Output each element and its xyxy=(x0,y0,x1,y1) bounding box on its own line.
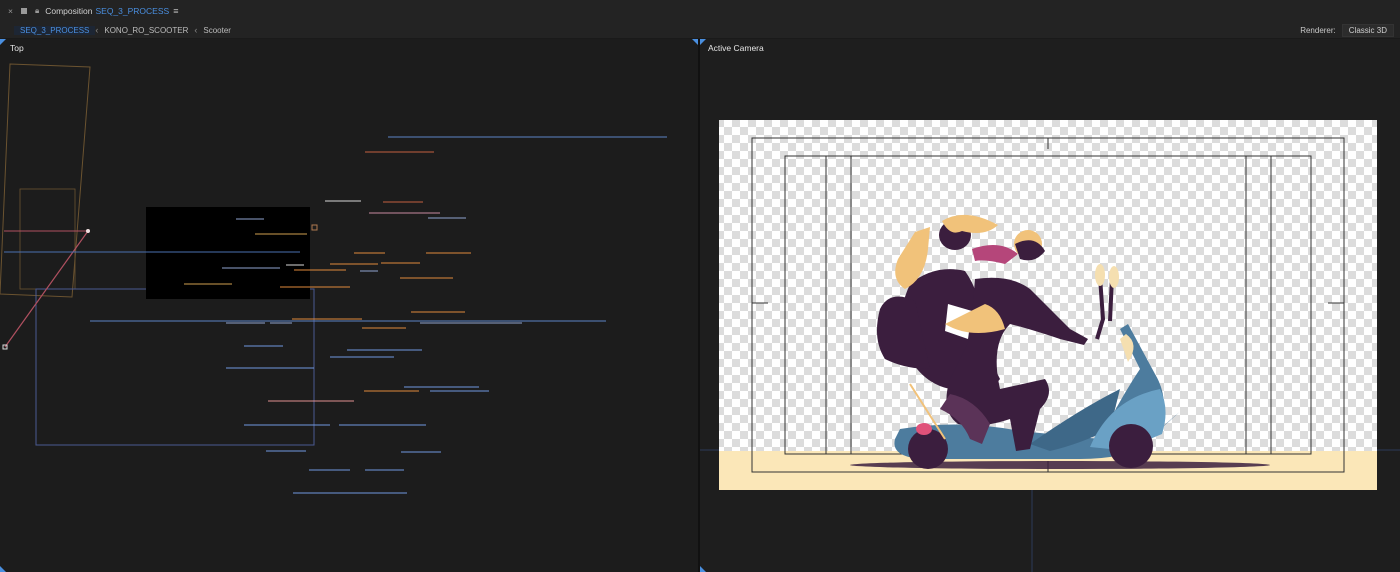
color-swatch-icon[interactable] xyxy=(20,8,27,14)
renderer-control: Renderer: Classic 3D xyxy=(1300,22,1394,38)
panel-title: Composition xyxy=(45,6,93,16)
lock-icon[interactable]: 🔒︎ xyxy=(35,6,39,16)
top-view-panel[interactable]: Top xyxy=(0,39,698,572)
active-camera-panel[interactable]: Active Camera xyxy=(700,39,1400,572)
renderer-dropdown[interactable]: Classic 3D xyxy=(1341,23,1394,37)
breadcrumb-kono-ro-scooter[interactable]: KONO_RO_SCOOTER xyxy=(98,26,194,35)
camera-frame-outline xyxy=(35,288,315,446)
breadcrumb-seq-3-process[interactable]: SEQ_3_PROCESS xyxy=(14,25,96,35)
panel-corner-marker xyxy=(700,39,706,45)
camera-point[interactable] xyxy=(86,229,90,233)
layer-bounds-outline xyxy=(19,188,76,290)
renderer-label: Renderer: xyxy=(1300,25,1336,35)
layer-bounds-outline xyxy=(0,63,91,298)
close-icon[interactable]: × xyxy=(8,6,13,16)
camera-viewport[interactable] xyxy=(700,39,1400,572)
composition-name[interactable]: SEQ_3_PROCESS xyxy=(95,6,169,16)
composition-panel-header: × 🔒︎ Composition SEQ_3_PROCESS ≡ xyxy=(0,0,1400,22)
solid-layer[interactable] xyxy=(146,207,310,299)
front-wheel xyxy=(1109,424,1153,468)
breadcrumb: SEQ_3_PROCESS ‹ KONO_RO_SCOOTER ‹ Scoote… xyxy=(0,22,1400,38)
panel-corner-marker xyxy=(0,566,6,572)
composition-canvas[interactable] xyxy=(719,120,1377,490)
layer-handle[interactable] xyxy=(311,224,318,231)
panel-corner-marker xyxy=(700,566,706,572)
panel-corner-marker xyxy=(0,39,6,45)
top-view-viewport[interactable] xyxy=(0,39,698,572)
breadcrumb-scooter[interactable]: Scooter xyxy=(197,26,237,35)
menu-icon[interactable]: ≡ xyxy=(173,6,178,16)
